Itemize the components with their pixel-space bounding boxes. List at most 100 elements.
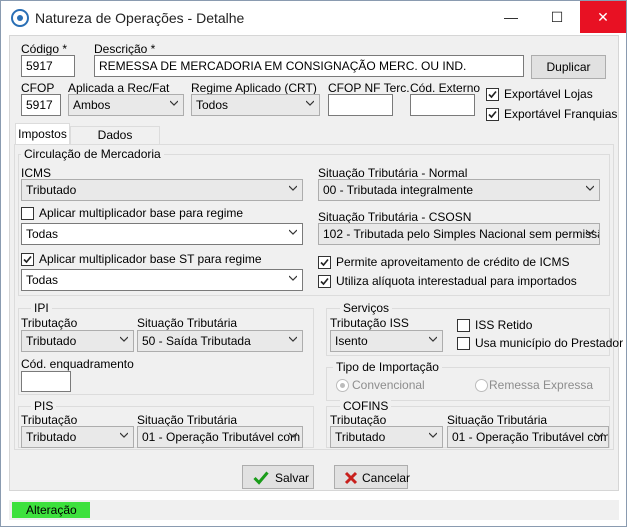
ipi-situacao-value: 50 - Saída Tributada — [142, 334, 251, 348]
mult-base-st-select[interactable]: Todas — [21, 269, 303, 291]
aliquota-interestadual-checkbox[interactable] — [318, 275, 331, 288]
mult-base-select[interactable]: Todas — [21, 223, 303, 245]
cfop-nf-label: CFOP NF Terc. — [328, 81, 410, 95]
chevron-down-icon — [586, 229, 594, 235]
tab-impostos[interactable]: Impostos — [15, 123, 70, 145]
enquadramento-field[interactable] — [21, 371, 71, 392]
cofins-tributacao-value: Tributado — [335, 430, 386, 444]
enquadramento-label: Cód. enquadramento — [21, 357, 134, 371]
maximize-button[interactable]: ☐ — [534, 1, 580, 33]
descricao-field[interactable]: REMESSA DE MERCADORIA EM CONSIGNAÇÃO MER… — [94, 55, 524, 77]
pis-situacao-select[interactable]: 01 - Operação Tributável com alíquota — [137, 426, 303, 448]
cancel-icon — [344, 471, 358, 485]
iss-retido-checkbox[interactable] — [457, 319, 470, 332]
check-icon — [23, 255, 32, 264]
mult-base-label: Aplicar multiplicador base para regime — [39, 206, 244, 220]
permite-credito-checkbox[interactable] — [318, 256, 331, 269]
cancelar-button[interactable]: Cancelar — [334, 465, 411, 489]
chevron-down-icon — [429, 336, 437, 342]
chevron-down-icon — [289, 229, 297, 235]
exportavel-franquias-label: Exportável Franquias — [504, 107, 618, 121]
icms-value: Tributado — [26, 183, 77, 197]
mult-base-checkbox[interactable] — [21, 207, 34, 220]
servicos-group-label: Serviços — [340, 301, 393, 315]
check-icon — [488, 110, 497, 119]
mult-base-st-value: Todas — [26, 273, 59, 287]
exportavel-lojas-label: Exportável Lojas — [504, 87, 593, 101]
sit-csosn-value: 102 - Tributada pelo Simples Nacional se… — [323, 227, 600, 241]
chevron-down-icon — [289, 185, 297, 191]
regime-select[interactable]: Todos — [191, 94, 320, 116]
minimize-button[interactable]: — — [488, 1, 534, 33]
sit-csosn-select[interactable]: 102 - Tributada pelo Simples Nacional se… — [318, 223, 600, 245]
close-button[interactable]: ✕ — [580, 1, 626, 33]
form-body: Código * 5917 Descrição * REMESSA DE MER… — [9, 35, 623, 491]
cod-externo-field[interactable] — [410, 94, 475, 116]
cofins-tributacao-label: Tributação — [330, 413, 387, 427]
icms-select[interactable]: Tributado — [21, 179, 303, 201]
codigo-label: Código * — [21, 42, 68, 56]
cancelar-label: Cancelar — [362, 471, 411, 485]
cod-externo-label: Cód. Externo — [410, 81, 481, 95]
aplicada-label: Aplicada a Rec/Fat — [68, 81, 170, 95]
sit-normal-select[interactable]: 00 - Tributada integralmente — [318, 179, 600, 201]
iss-retido-label: ISS Retido — [475, 318, 533, 332]
ipi-group-label: IPI — [31, 301, 52, 315]
salvar-button[interactable]: Salvar — [242, 465, 314, 489]
pis-tributacao-select[interactable]: Tributado — [21, 426, 134, 448]
ipi-tributacao-value: Tributado — [26, 334, 77, 348]
usa-municipio-label: Usa município do Prestador — [475, 336, 624, 350]
importacao-group-label: Tipo de Importação — [333, 360, 442, 374]
mult-base-value: Todas — [26, 227, 59, 241]
circulacao-group-label: Circulação de Mercadoria — [21, 147, 164, 161]
pis-situacao-value: 01 - Operação Tributável com alíquota — [142, 430, 302, 444]
chevron-down-icon — [289, 336, 297, 342]
status-bar: Alteração — [9, 500, 619, 520]
remessa-radio[interactable] — [475, 379, 488, 392]
tab-dados-adicionais[interactable]: Dados adicionais — [70, 126, 160, 159]
sit-csosn-label: Situação Tributária - CSOSN — [318, 210, 472, 224]
check-icon — [253, 471, 269, 485]
regime-value: Todos — [196, 98, 229, 112]
cofins-situacao-value: 01 - Operação Tributável com alíquota — [452, 430, 609, 444]
chevron-down-icon — [170, 100, 178, 106]
chevron-down-icon — [289, 432, 297, 438]
convencional-label: Convencional — [352, 378, 425, 392]
chevron-down-icon — [289, 275, 297, 281]
descricao-label: Descrição * — [94, 42, 156, 56]
cfop-label: CFOP — [21, 81, 55, 95]
pis-tributacao-value: Tributado — [26, 430, 77, 444]
mult-base-st-checkbox[interactable] — [21, 253, 34, 266]
status-badge: Alteração — [12, 502, 90, 518]
ipi-tributacao-label: Tributação — [21, 316, 78, 330]
cfop-nf-field[interactable] — [328, 94, 393, 116]
convencional-radio[interactable] — [336, 379, 349, 392]
iss-tributacao-value: Isento — [335, 334, 368, 348]
check-icon — [320, 277, 329, 286]
mult-base-st-label: Aplicar multiplicador base ST para regim… — [39, 252, 262, 266]
cfop-field[interactable]: 5917 — [21, 94, 61, 116]
cofins-situacao-select[interactable]: 01 - Operação Tributável com alíquota — [447, 426, 609, 448]
duplicar-button[interactable]: Duplicar — [531, 55, 606, 79]
iss-tributacao-label: Tributação ISS — [330, 316, 409, 330]
pis-situacao-label: Situação Tributária — [137, 413, 238, 427]
cofins-situacao-label: Situação Tributária — [447, 413, 548, 427]
check-icon — [320, 258, 329, 267]
cofins-tributacao-select[interactable]: Tributado — [330, 426, 443, 448]
sit-normal-value: 00 - Tributada integralmente — [323, 183, 474, 197]
salvar-label: Salvar — [275, 471, 310, 485]
chevron-down-icon — [306, 100, 314, 106]
aplicada-value: Ambos — [73, 98, 111, 112]
chevron-down-icon — [120, 432, 128, 438]
aplicada-select[interactable]: Ambos — [68, 94, 184, 116]
chevron-down-icon — [595, 432, 603, 438]
exportavel-lojas-checkbox[interactable] — [486, 88, 499, 101]
iss-tributacao-select[interactable]: Isento — [330, 330, 443, 352]
codigo-field[interactable]: 5917 — [21, 55, 75, 77]
usa-municipio-checkbox[interactable] — [457, 337, 470, 350]
aliquota-interestadual-label: Utiliza alíquota interestadual para impo… — [336, 274, 577, 288]
exportavel-franquias-checkbox[interactable] — [486, 108, 499, 121]
window-title: Natureza de Operações - Detalhe — [35, 10, 245, 26]
ipi-situacao-select[interactable]: 50 - Saída Tributada — [137, 330, 303, 352]
ipi-tributacao-select[interactable]: Tributado — [21, 330, 134, 352]
